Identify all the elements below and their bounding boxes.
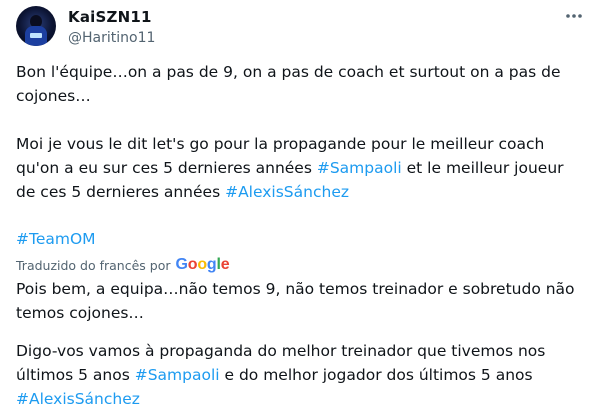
author-name[interactable]: KaiSZN11 xyxy=(68,8,152,26)
avatar[interactable] xyxy=(16,6,56,46)
hashtag-alexis-sanchez[interactable]: #AlexisSánchez xyxy=(225,183,349,201)
hashtag-sampaoli[interactable]: #Sampaoli xyxy=(317,159,402,177)
translated-text-paragraph-2: Digo-vos vamos à propaganda do melhor tr… xyxy=(16,339,577,411)
avatar-badge xyxy=(30,33,42,38)
more-options-icon[interactable] xyxy=(562,6,586,26)
hashtag-alexis-sanchez[interactable]: #AlexisSánchez xyxy=(16,390,140,408)
translated-text-paragraph-1: Pois bem, a equipa…não temos 9, não temo… xyxy=(16,280,575,322)
tweet-text-paragraph-2: Moi je vous le dit let's go pour la prop… xyxy=(16,132,577,204)
translation-attribution[interactable]: Traduzido do francês por Google xyxy=(16,253,230,277)
paragraph-text: e do melhor jogador dos últimos 5 anos xyxy=(219,366,533,384)
author-handle[interactable]: @Haritino11 xyxy=(68,30,155,46)
hashtag-sampaoli[interactable]: #Sampaoli xyxy=(135,366,220,384)
hashtag-teamom[interactable]: #TeamOM xyxy=(16,230,96,248)
tweet-text-paragraph-1: Bon l'équipe…on a pas de 9, on a pas de … xyxy=(16,63,561,105)
tweet: KaiSZN11 @Haritino11 Bon l'équipe…on a p… xyxy=(0,0,591,408)
translation-label: Traduzido do francês por xyxy=(16,257,171,273)
google-logo: Google xyxy=(175,256,230,273)
